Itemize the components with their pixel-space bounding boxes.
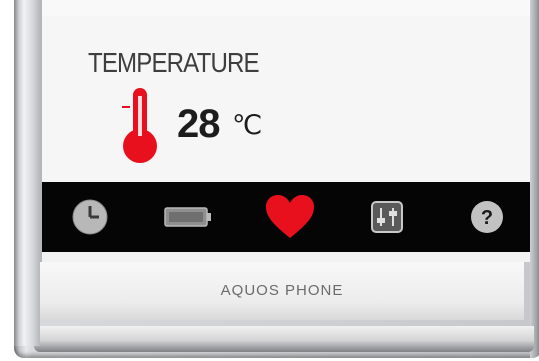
clock-icon[interactable] [64,182,116,252]
temperature-label: TEMPERATURE [88,47,260,78]
battery-icon[interactable] [160,182,216,252]
screen-bottom-strip [42,252,530,262]
bottom-icon-bar: ? [42,182,530,252]
phone-edge [530,0,539,358]
temperature-value: 28 [177,102,220,146]
phone-left-frame [14,0,40,346]
device-photo: TEMPERATURE 28 ℃ ? AQUOS PHONE [0,0,539,361]
brand-name: AQUOS PHONE [220,282,344,299]
temperature-unit: ℃ [232,110,263,140]
settings-sliders-icon[interactable] [362,182,412,252]
phone-bottom-bezel [34,326,534,352]
screen-top-strip [42,0,530,16]
svg-text:?: ? [481,207,493,229]
thermometer-icon [118,86,162,166]
heart-icon[interactable] [262,182,318,252]
brand-panel: AQUOS PHONE [40,262,524,320]
help-icon[interactable]: ? [462,182,512,252]
phone-screen: TEMPERATURE 28 ℃ ? [40,0,530,262]
